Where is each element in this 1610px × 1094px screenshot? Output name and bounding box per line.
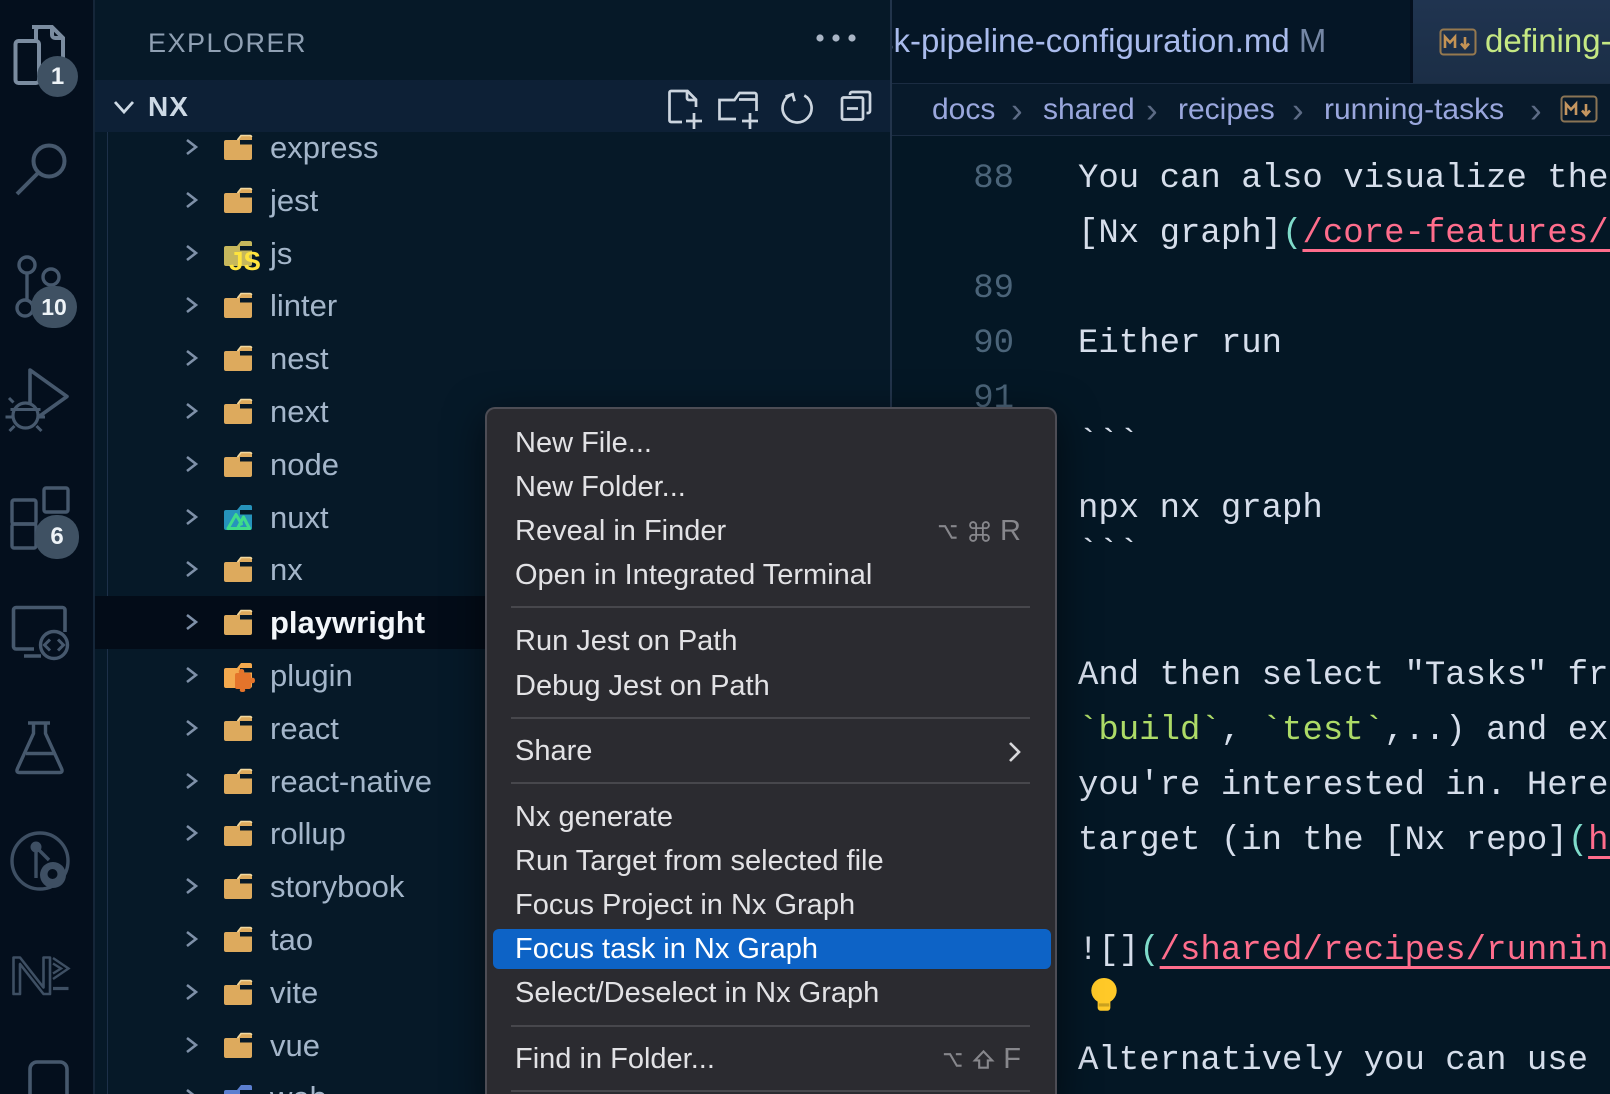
svg-text:JS: JS xyxy=(229,246,261,276)
